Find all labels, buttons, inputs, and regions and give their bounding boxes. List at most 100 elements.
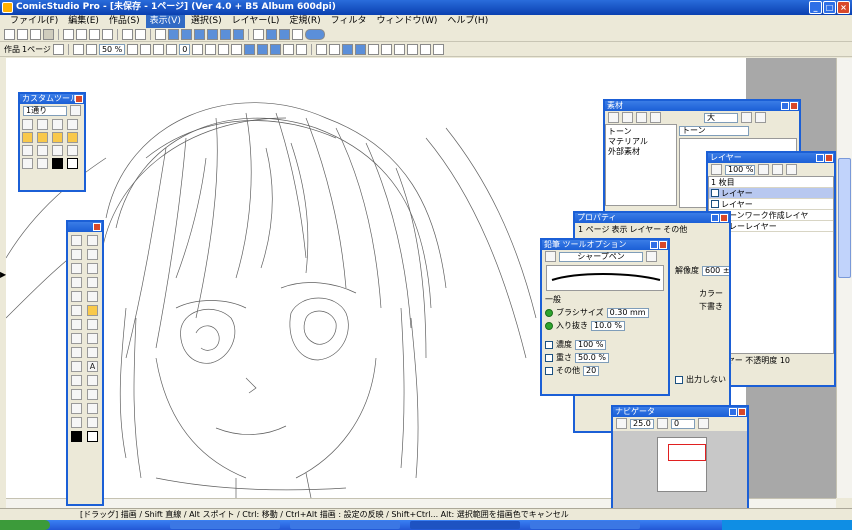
grid-icon[interactable] xyxy=(207,29,218,40)
lasso-icon[interactable] xyxy=(87,235,98,246)
resolution-field[interactable]: 600 ± xyxy=(702,265,729,276)
tab-layer[interactable]: レイヤー xyxy=(629,224,661,235)
option-menu-icon[interactable] xyxy=(646,251,657,262)
left-panel-arrow-icon[interactable]: ▶ xyxy=(0,270,6,280)
menu-ruler[interactable]: 定規(R) xyxy=(285,15,324,28)
layer-folder-row[interactable]: 1 枚目 xyxy=(709,177,833,188)
zoom-icon[interactable] xyxy=(52,119,63,130)
visibility-icon[interactable] xyxy=(711,200,719,208)
flip-icon[interactable] xyxy=(205,44,217,55)
panel-minimize-icon[interactable] xyxy=(781,102,789,110)
color-option[interactable]: カラー xyxy=(699,288,723,299)
draft-option[interactable]: 下書き xyxy=(699,301,723,312)
palette-icon[interactable] xyxy=(253,29,264,40)
nav-rotate-icon[interactable] xyxy=(657,418,668,429)
perspective-icon[interactable] xyxy=(87,389,98,400)
menu-edit[interactable]: 編集(E) xyxy=(64,15,103,28)
zoom-in-icon[interactable] xyxy=(140,44,152,55)
transform-tool-icon[interactable] xyxy=(71,277,82,288)
redo-icon[interactable] xyxy=(135,29,146,40)
export-icon[interactable] xyxy=(194,29,205,40)
menu-select[interactable]: 選択(S) xyxy=(187,15,226,28)
new-folder-icon[interactable] xyxy=(772,164,783,175)
settings-icon[interactable] xyxy=(433,44,445,55)
fit-window-icon[interactable] xyxy=(244,44,256,55)
panel-minimize-icon[interactable] xyxy=(650,241,658,249)
line-icon[interactable] xyxy=(87,263,98,274)
nav-menu-icon[interactable] xyxy=(698,418,709,429)
menu-view[interactable]: 表示(V) xyxy=(145,15,185,28)
delete-layer-icon[interactable] xyxy=(786,164,797,175)
pen-tool-icon[interactable] xyxy=(22,132,33,143)
zoom-icon[interactable] xyxy=(87,417,98,428)
selection-icon[interactable] xyxy=(257,44,269,55)
tab-other[interactable]: その他 xyxy=(663,224,687,235)
fit-icon[interactable] xyxy=(616,418,627,429)
ruler-tool-icon[interactable] xyxy=(71,389,82,400)
size-pressure-icon[interactable] xyxy=(545,308,553,317)
pen-icon[interactable] xyxy=(316,44,328,55)
save-as-icon[interactable] xyxy=(43,29,54,40)
new-layer-icon[interactable] xyxy=(758,164,769,175)
foreground-color-swatch[interactable] xyxy=(71,431,82,442)
layout-icon[interactable] xyxy=(266,29,277,40)
view-mode-select[interactable]: 大 xyxy=(704,112,738,123)
page-tab[interactable]: 1ページ xyxy=(22,44,51,55)
panel-close-icon[interactable] xyxy=(825,154,833,162)
zoom-dropdown-icon[interactable] xyxy=(127,44,139,55)
scroll-thumb[interactable] xyxy=(838,158,851,278)
transform-icon[interactable] xyxy=(407,44,419,55)
gradient-icon[interactable] xyxy=(71,361,82,372)
pen-settings-icon[interactable] xyxy=(292,29,303,40)
panel-close-icon[interactable] xyxy=(659,241,667,249)
weight-field[interactable]: 50.0 % xyxy=(575,352,609,363)
story-tab[interactable]: 作品 xyxy=(4,44,20,55)
menu-filter[interactable]: フィルタ xyxy=(327,15,371,28)
eyedropper-icon[interactable] xyxy=(71,403,82,414)
marker-icon[interactable] xyxy=(71,319,82,330)
start-button[interactable] xyxy=(0,520,50,530)
material-folder-select[interactable]: トーン xyxy=(679,126,749,136)
material-paste-icon[interactable] xyxy=(636,112,647,123)
panel-minimize-icon[interactable] xyxy=(816,154,824,162)
fill-icon[interactable] xyxy=(22,158,33,169)
material-copy-icon[interactable] xyxy=(622,112,633,123)
zoom-out-tool-icon[interactable] xyxy=(67,119,78,130)
taskbar-button[interactable] xyxy=(170,521,280,529)
rectangle-icon[interactable] xyxy=(87,375,98,386)
paste-icon[interactable] xyxy=(89,29,100,40)
hand-icon[interactable] xyxy=(71,417,82,428)
menu-file[interactable]: ファイル(F) xyxy=(6,15,62,28)
density-field[interactable]: 100 % xyxy=(575,339,607,350)
stamp-icon[interactable] xyxy=(87,403,98,414)
rotate-icon[interactable] xyxy=(37,119,48,130)
pen-icon[interactable] xyxy=(71,305,82,316)
layer-opacity-field[interactable]: 100 % xyxy=(725,164,755,175)
magic-wand-icon[interactable] xyxy=(71,249,82,260)
navigator-viewport-rect[interactable] xyxy=(668,444,706,461)
panel-close-icon[interactable] xyxy=(75,95,83,103)
menu-help[interactable]: ヘルプ(H) xyxy=(443,15,492,28)
panel-icon[interactable] xyxy=(279,29,290,40)
other-field[interactable]: 20 xyxy=(583,365,600,376)
rotate-left-icon[interactable] xyxy=(153,44,165,55)
rotate-right-icon[interactable] xyxy=(166,44,178,55)
open-icon[interactable] xyxy=(17,29,28,40)
zoom-out-icon[interactable] xyxy=(85,44,97,55)
panel-close-icon[interactable] xyxy=(790,102,798,110)
filter-icon[interactable] xyxy=(394,44,406,55)
line-tool-icon[interactable] xyxy=(71,375,82,386)
layer-row[interactable]: レイヤー xyxy=(709,199,833,210)
grid-toggle-icon[interactable] xyxy=(283,44,295,55)
material-new-icon[interactable] xyxy=(608,112,619,123)
delete-icon[interactable] xyxy=(102,29,113,40)
copy-icon[interactable] xyxy=(76,29,87,40)
close-tab-icon[interactable] xyxy=(52,44,64,55)
pattern-icon[interactable] xyxy=(87,347,98,358)
material-delete-icon[interactable] xyxy=(650,112,661,123)
tab-page[interactable]: 1 ページ xyxy=(578,224,609,235)
pan-icon[interactable] xyxy=(231,44,243,55)
new-icon[interactable] xyxy=(4,29,15,40)
layer-row[interactable]: レイヤー xyxy=(709,188,833,199)
text-tool-icon[interactable] xyxy=(296,44,308,55)
